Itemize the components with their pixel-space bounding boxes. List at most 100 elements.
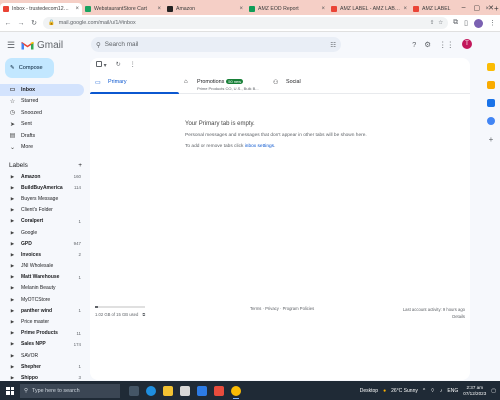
label-item[interactable]: ▶ Coralpert 1 bbox=[0, 216, 90, 227]
minimize-icon[interactable]: – bbox=[462, 4, 466, 11]
more-actions-icon[interactable]: ⋮ bbox=[130, 61, 136, 68]
search-options-icon[interactable]: ☷ bbox=[330, 41, 336, 49]
terms-links[interactable]: Terms · Privacy · Program Policies bbox=[250, 306, 314, 311]
label-item[interactable]: ▶ BuildBuyAmerica 114 bbox=[0, 182, 90, 193]
inbox-settings-link[interactable]: inbox settings bbox=[245, 144, 274, 149]
label-item[interactable]: ▶ SAVOR bbox=[0, 350, 90, 361]
label-name: Shippo bbox=[21, 374, 38, 380]
share-icon[interactable]: ⇪ bbox=[430, 20, 435, 26]
apps-grid-icon[interactable]: ⋮⋮ bbox=[439, 40, 454, 49]
extensions-icon[interactable]: ⧉ bbox=[453, 19, 458, 27]
search-icon[interactable]: ⚲ bbox=[96, 41, 101, 49]
label-name: Melanin Beauty bbox=[21, 285, 56, 292]
network-icon[interactable]: ⌔ bbox=[430, 388, 435, 394]
volume-icon[interactable]: ♪ bbox=[440, 388, 443, 394]
zoom-icon[interactable] bbox=[197, 385, 207, 396]
browser-tab[interactable]: AMZ LABEL - AMZ LABEL × bbox=[328, 3, 410, 15]
compose-button[interactable]: ✎ Compose bbox=[5, 58, 54, 78]
bookmark-star-icon[interactable]: ☆ bbox=[438, 20, 443, 26]
close-tab-icon[interactable]: × bbox=[321, 6, 325, 12]
label-item[interactable]: ▶ MyOTCStore bbox=[0, 294, 90, 305]
keep-icon[interactable] bbox=[487, 81, 495, 89]
close-tab-icon[interactable]: × bbox=[239, 6, 243, 12]
label-item[interactable]: ▶ Google bbox=[0, 227, 90, 238]
nav-item-inbox[interactable]: ▭ Inbox bbox=[0, 84, 84, 96]
close-tab-icon[interactable]: × bbox=[75, 6, 79, 12]
url-text[interactable]: mail.google.com/mail/u/1/#inbox bbox=[59, 20, 426, 26]
contacts-icon[interactable] bbox=[487, 117, 495, 125]
browser-tab[interactable]: Inbox - trustedecom12@... × bbox=[0, 3, 82, 15]
get-addons-icon[interactable]: + bbox=[489, 135, 494, 144]
close-window-icon[interactable]: ✕ bbox=[488, 4, 494, 12]
gmail-logo[interactable]: Gmail bbox=[21, 40, 63, 51]
back-icon[interactable]: ← bbox=[4, 20, 12, 27]
support-icon[interactable]: ? bbox=[412, 40, 416, 49]
notifications-icon[interactable]: ▢ bbox=[491, 388, 496, 394]
tasks-icon[interactable] bbox=[487, 99, 495, 107]
search-input[interactable]: Search mail bbox=[105, 41, 327, 48]
select-all-checkbox[interactable]: ▾ bbox=[96, 60, 107, 69]
label-count: 1 bbox=[78, 308, 81, 314]
external-link-icon[interactable]: ⧉ bbox=[142, 312, 145, 317]
nav-item-drafts[interactable]: ▤ Drafts bbox=[0, 130, 84, 142]
address-bar[interactable]: 🔒 mail.google.com/mail/u/1/#inbox ⇪ ☆ bbox=[43, 17, 449, 29]
clock[interactable]: 2:37 am 07/12/2023 bbox=[463, 385, 486, 397]
profile-avatar[interactable] bbox=[474, 18, 483, 28]
reload-icon[interactable]: ↻ bbox=[30, 19, 38, 27]
browser-tab[interactable]: Amazon × bbox=[164, 3, 246, 15]
label-item[interactable]: ▶ Client's Folder bbox=[0, 205, 90, 216]
refresh-icon[interactable]: ↻ bbox=[116, 61, 121, 68]
desktop-label[interactable]: Desktop bbox=[360, 388, 378, 394]
label-item[interactable]: ▶ Buyers Message bbox=[0, 193, 90, 204]
account-avatar[interactable]: T bbox=[462, 39, 472, 49]
language-indicator[interactable]: ENG bbox=[447, 388, 458, 394]
tab-promotions[interactable]: ⌂ Promotions 50 new Prime Products CO, U.S.… bbox=[179, 74, 268, 93]
nav-item-more[interactable]: ⌄ More bbox=[0, 142, 84, 154]
tab-primary[interactable]: ▭ Primary bbox=[90, 74, 179, 94]
task-view-icon[interactable] bbox=[129, 385, 139, 396]
label-item[interactable]: ▶ panther wind 1 bbox=[0, 305, 90, 316]
edge-icon[interactable] bbox=[146, 385, 156, 396]
close-tab-icon[interactable]: × bbox=[403, 6, 407, 12]
label-item[interactable]: ▶ Prime Products 11 bbox=[0, 328, 90, 339]
search-mail-box[interactable]: ⚲ Search mail ☷ bbox=[91, 37, 341, 52]
browser-tab[interactable]: WebstaurantStore Cart × bbox=[82, 3, 164, 15]
browser-tab[interactable]: AMZ EOD Report × bbox=[246, 3, 328, 15]
add-label-icon[interactable]: + bbox=[78, 162, 82, 169]
label-item[interactable]: ▶ Melanin Beauty bbox=[0, 283, 90, 294]
label-item[interactable]: ▶ Invoices 2 bbox=[0, 249, 90, 260]
close-tab-icon[interactable]: × bbox=[157, 6, 161, 12]
label-item[interactable]: ▶ JNI Wholesale bbox=[0, 261, 90, 272]
taskbar-search[interactable]: ⚲ Type here to search bbox=[20, 383, 120, 398]
forward-icon[interactable]: → bbox=[17, 20, 25, 27]
label-item[interactable]: ▶ Shippo 3 bbox=[0, 372, 90, 380]
label-item[interactable]: ▶ Sales NPP 174 bbox=[0, 339, 90, 350]
app-red-icon[interactable] bbox=[214, 385, 224, 396]
label-item[interactable]: ▶ Amazon 160 bbox=[0, 171, 90, 182]
chrome-icon[interactable] bbox=[231, 385, 241, 399]
browser-menu-icon[interactable]: ⋮ bbox=[489, 19, 496, 27]
label-item[interactable]: ▶ Price master bbox=[0, 316, 90, 327]
details-link[interactable]: Details bbox=[403, 313, 465, 320]
maximize-icon[interactable]: ▢ bbox=[474, 4, 481, 12]
taskbar-search-input[interactable]: Type here to search bbox=[32, 388, 80, 394]
windows-start-icon[interactable] bbox=[0, 381, 20, 400]
label-name: Invoices bbox=[21, 251, 42, 258]
calendar-icon[interactable] bbox=[487, 63, 495, 71]
nav-item-snoozed[interactable]: ◷ Snoozed bbox=[0, 107, 84, 119]
nav-item-starred[interactable]: ☆ Starred bbox=[0, 96, 84, 108]
label-item[interactable]: ▶ Shepher 1 bbox=[0, 361, 90, 372]
tray-chevron-icon[interactable]: ^ bbox=[423, 388, 425, 394]
store-icon[interactable] bbox=[180, 385, 190, 396]
label-item[interactable]: ▶ Matt Warehouse 1 bbox=[0, 272, 90, 283]
main-menu-icon[interactable]: ☰ bbox=[7, 40, 19, 51]
weather-text[interactable]: 26°C Sunny bbox=[391, 388, 418, 394]
label-item[interactable]: ▶ GPD 947 bbox=[0, 238, 90, 249]
sidepanel-icon[interactable]: ▯ bbox=[464, 19, 468, 27]
settings-gear-icon[interactable]: ⚙ bbox=[424, 40, 431, 49]
file-explorer-icon[interactable] bbox=[163, 385, 173, 396]
nav-item-sent[interactable]: ➤ Sent bbox=[0, 119, 84, 131]
label-count: 11 bbox=[76, 330, 81, 336]
label-tag-icon: ▶ bbox=[10, 352, 15, 358]
tab-social[interactable]: ⚇ Social bbox=[268, 74, 357, 93]
